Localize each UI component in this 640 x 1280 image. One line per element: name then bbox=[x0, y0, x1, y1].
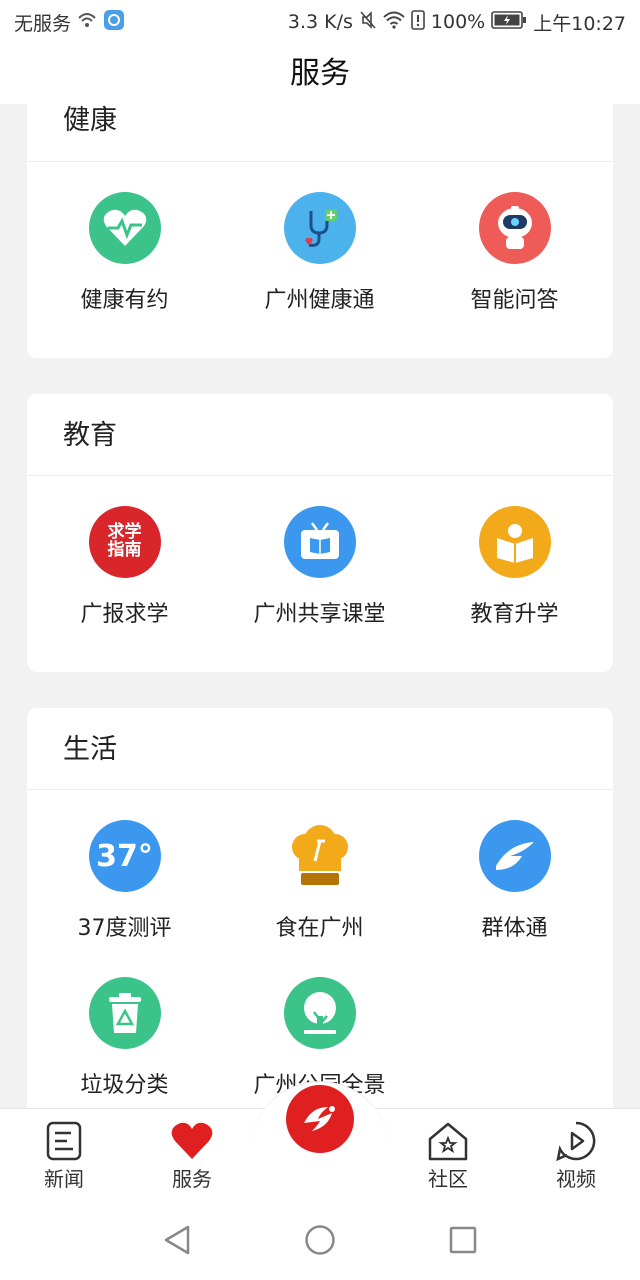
app-notification-icon bbox=[103, 9, 125, 36]
service-label: 广报求学 bbox=[80, 602, 169, 627]
section-life: 生活 37° 37度测评 食在广州 群体通 垃圾分类 bbox=[27, 708, 613, 1108]
section-education: 教育 求学 指南 广报求学 广州共享课堂 教育升学 bbox=[27, 394, 613, 672]
tree-icon bbox=[283, 977, 356, 1049]
status-bar: 无服务 3.3 K/s 100% 上午10:27 bbox=[0, 0, 640, 44]
study-guide-icon: 求学 指南 bbox=[88, 506, 161, 578]
carrier-text: 无服务 bbox=[14, 12, 72, 35]
reader-book-icon bbox=[478, 506, 551, 578]
heart-pulse-icon bbox=[88, 192, 161, 264]
service-garbage-sorting[interactable]: 垃圾分类 bbox=[27, 947, 222, 1104]
robot-icon bbox=[478, 192, 551, 264]
nav-label: 新闻 bbox=[44, 1167, 84, 1191]
chef-hat-icon bbox=[284, 820, 356, 892]
wifi-question-icon bbox=[77, 11, 97, 34]
nav-label: 社区 bbox=[428, 1167, 468, 1191]
nav-news[interactable]: 新闻 bbox=[24, 1121, 104, 1192]
mute-icon bbox=[359, 10, 377, 35]
nav-community[interactable]: 社区 bbox=[408, 1121, 488, 1192]
brand-logo-icon bbox=[304, 1106, 335, 1131]
nav-services[interactable]: 服务 bbox=[152, 1121, 232, 1192]
nav-label: 服务 bbox=[172, 1167, 212, 1191]
service-label: 垃圾分类 bbox=[80, 1073, 169, 1098]
home-circle-icon bbox=[305, 1225, 335, 1255]
back-button[interactable] bbox=[162, 1224, 192, 1260]
service-eat-in-guangzhou[interactable]: 食在广州 bbox=[222, 790, 417, 947]
section-health: 健康 健康有约 广州健康通 智能问答 bbox=[27, 104, 613, 358]
service-label: 食在广州 bbox=[275, 916, 364, 941]
service-37-review[interactable]: 37° 37度测评 bbox=[27, 790, 222, 947]
service-label: 健康有约 bbox=[80, 288, 169, 313]
thermometer-37-icon: 37° bbox=[88, 820, 161, 892]
tv-book-icon bbox=[283, 506, 356, 578]
wifi-icon bbox=[383, 11, 405, 34]
community-home-icon bbox=[428, 1122, 468, 1161]
service-gz-health[interactable]: 广州健康通 bbox=[222, 162, 417, 319]
service-label: 群体通 bbox=[481, 916, 548, 941]
recents-square-icon bbox=[449, 1226, 477, 1254]
home-button[interactable] bbox=[304, 1224, 336, 1260]
group-swoosh-icon bbox=[478, 820, 551, 892]
service-group-pass[interactable]: 群体通 bbox=[417, 790, 612, 947]
nav-label: 视频 bbox=[556, 1167, 596, 1191]
stethoscope-icon bbox=[283, 192, 356, 264]
sim-alert-icon bbox=[411, 9, 425, 35]
news-doc-icon bbox=[46, 1121, 82, 1161]
service-health-appointment[interactable]: 健康有约 bbox=[27, 162, 222, 319]
system-nav-bar bbox=[0, 1200, 640, 1280]
service-label: 广州共享课堂 bbox=[253, 602, 386, 627]
service-label: 37度测评 bbox=[77, 916, 172, 941]
badge-text: 37° bbox=[96, 838, 153, 874]
battery-charging-icon bbox=[491, 10, 527, 34]
trash-bin-icon bbox=[88, 977, 161, 1049]
clock: 上午10:27 bbox=[533, 12, 626, 35]
service-smart-qa[interactable]: 智能问答 bbox=[417, 162, 612, 319]
battery-percent: 100% bbox=[430, 11, 486, 33]
section-title: 生活 bbox=[27, 708, 613, 790]
service-label: 教育升学 bbox=[470, 602, 559, 627]
service-shared-classroom[interactable]: 广州共享课堂 bbox=[222, 476, 417, 633]
service-label: 智能问答 bbox=[470, 288, 559, 313]
back-triangle-icon bbox=[164, 1225, 190, 1255]
badge-text-bottom: 指南 bbox=[107, 540, 142, 560]
section-title: 健康 bbox=[27, 104, 613, 162]
network-speed: 3.3 K/s bbox=[287, 11, 353, 33]
bottom-nav: 新闻 服务 社区 视频 bbox=[0, 1081, 640, 1200]
heart-icon bbox=[171, 1122, 213, 1159]
page-title: 服务 bbox=[0, 44, 640, 104]
center-brand-button[interactable] bbox=[286, 1085, 354, 1153]
recents-button[interactable] bbox=[448, 1224, 478, 1260]
nav-video[interactable]: 视频 bbox=[536, 1121, 616, 1192]
service-study-guide[interactable]: 求学 指南 广报求学 bbox=[27, 476, 222, 633]
section-title: 教育 bbox=[27, 394, 613, 476]
service-education-advancement[interactable]: 教育升学 bbox=[417, 476, 612, 633]
service-label: 广州健康通 bbox=[264, 288, 375, 313]
video-play-icon bbox=[556, 1121, 596, 1161]
services-scroll-area[interactable]: 健康 健康有约 广州健康通 智能问答 教育 求学 指南 广报求学 广州共享课堂 … bbox=[0, 104, 640, 1108]
